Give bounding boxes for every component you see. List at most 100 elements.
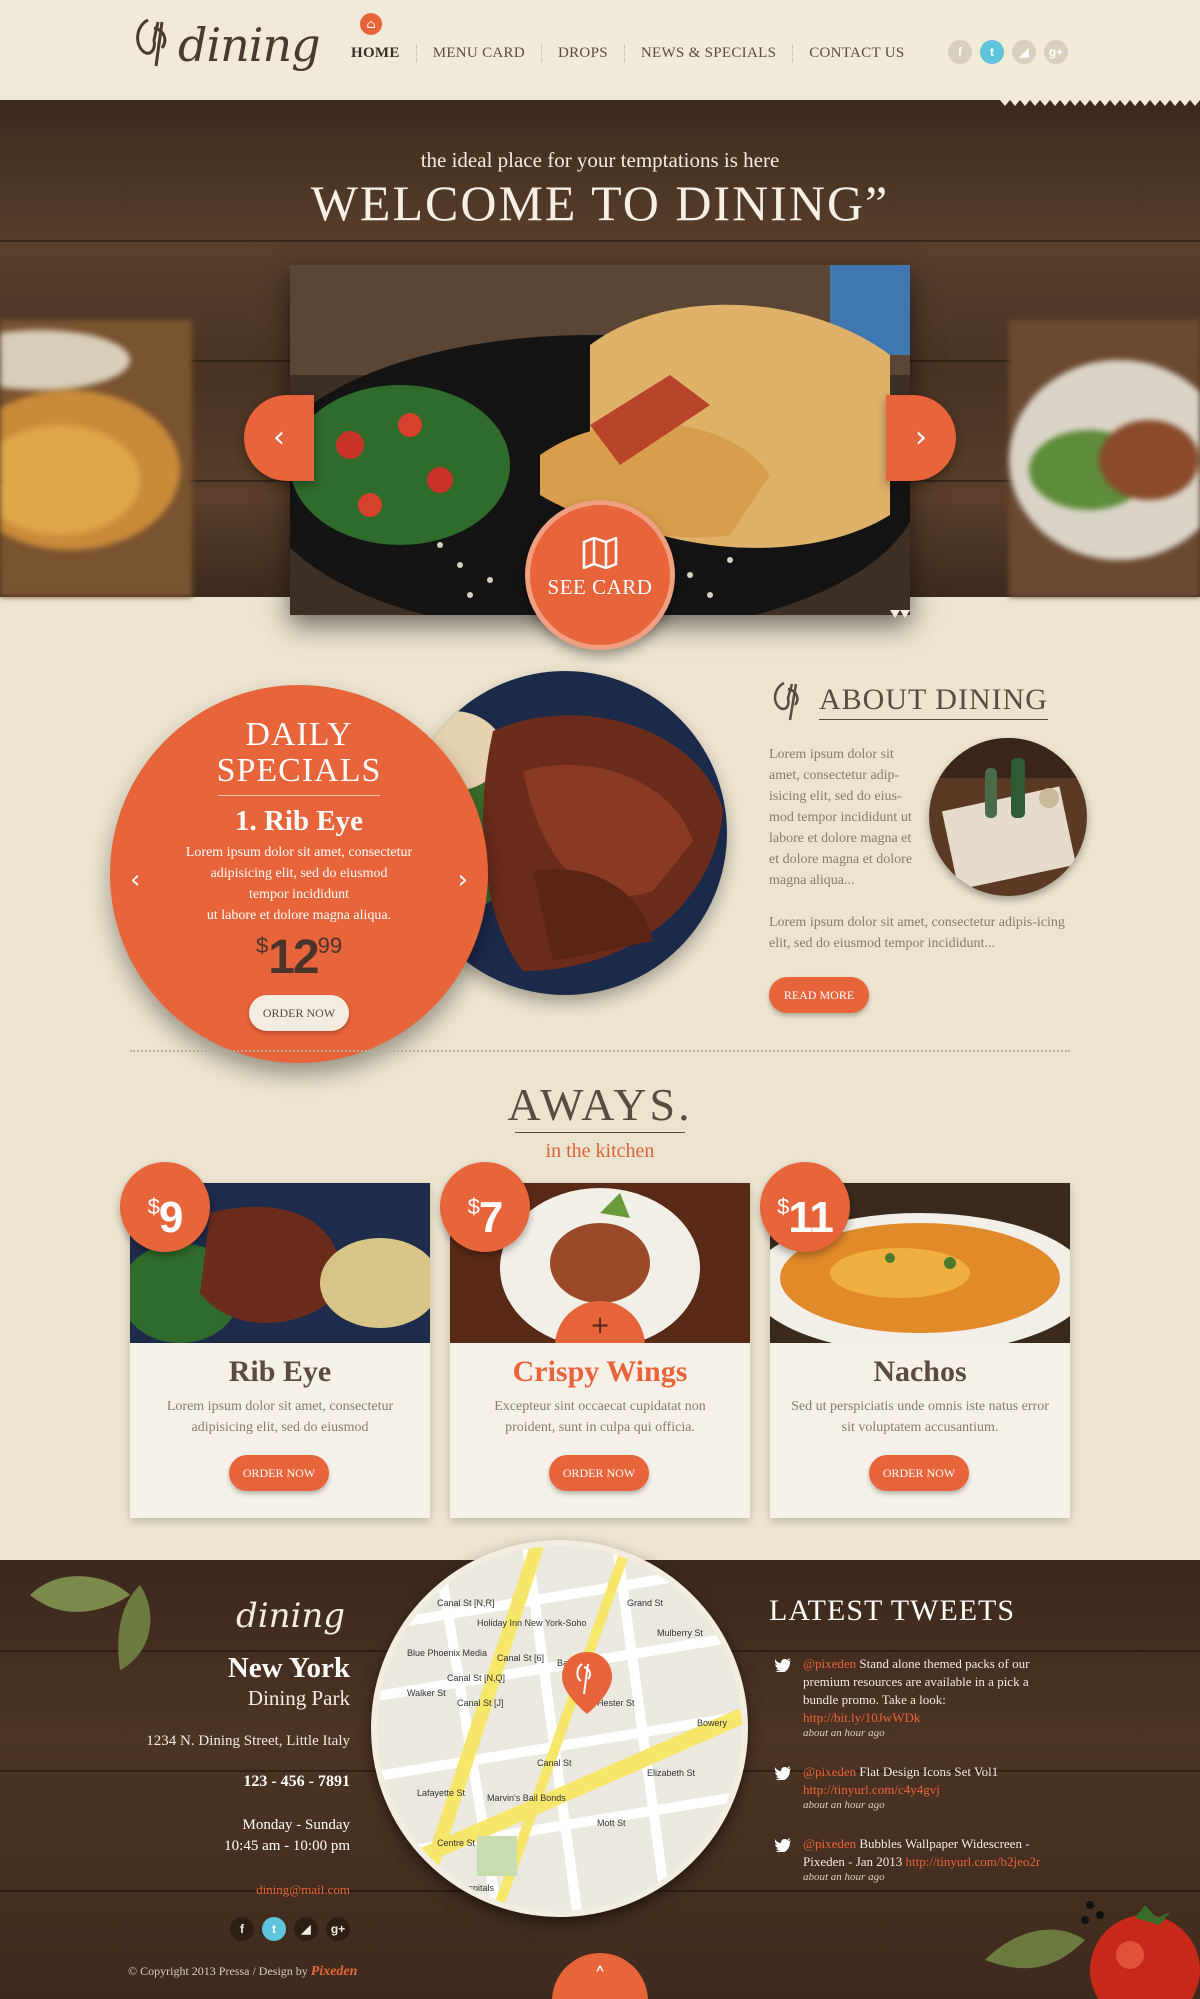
special-order-button[interactable]: ORDER NOW — [249, 995, 349, 1031]
rss-icon[interactable]: ◢ — [1012, 40, 1036, 64]
special-desc-line: adipisicing elit, sed do eiusmod — [210, 866, 388, 881]
special-item-name: 1. Rib Eye — [234, 805, 364, 837]
price-value: 9 — [158, 1193, 184, 1242]
rss-icon[interactable]: ◢ — [294, 1917, 318, 1941]
order-now-button[interactable]: ORDER NOW — [549, 1455, 649, 1491]
map-label: Canal St [N,R] — [437, 1598, 495, 1608]
about-image — [929, 738, 1087, 896]
map-label: Canal St [N,Q] — [447, 1673, 505, 1683]
site-header: dining ⌂ HOME MENU CARD DROPS NEWS & SPE… — [0, 0, 1200, 100]
hero-subtitle: the ideal place for your temptations is … — [420, 148, 780, 172]
currency-symbol: $ — [147, 1194, 160, 1219]
footer-social: f t ◢ g+ — [230, 1917, 350, 1941]
chevron-left-icon[interactable]: ‹ — [130, 865, 140, 895]
header-social: f t ◢ g+ — [948, 40, 1068, 64]
map-label: Canal St [J] — [457, 1698, 504, 1708]
main-nav: HOME MENU CARD DROPS NEWS & SPECIALS CON… — [335, 40, 921, 66]
logo-text: dining — [178, 18, 321, 72]
map-label: Canal St — [537, 1758, 572, 1768]
chevron-right-icon[interactable]: › — [458, 865, 468, 895]
chevron-left-icon: ‹ — [273, 420, 285, 455]
tweet-text: @pixeden Flat Design Icons Set Vol1 http… — [803, 1763, 1065, 1799]
card-description: Lorem ipsum dolor sit amet, consectetur … — [166, 1399, 394, 1435]
card-description: Sed ut perspiciatis unde omnis iste natu… — [791, 1399, 1049, 1435]
twitter-icon[interactable]: t — [980, 40, 1004, 64]
google-plus-icon[interactable]: g+ — [1044, 40, 1068, 64]
tweet-link[interactable]: http://tinyurl.com/c4y4gvj — [803, 1782, 940, 1797]
footer-logo[interactable]: dining — [236, 1596, 345, 1636]
nav-contact-us[interactable]: CONTACT US — [793, 45, 920, 62]
footer-park: Dining Park — [247, 1686, 350, 1710]
nav-menu-card[interactable]: MENU CARD — [417, 44, 542, 62]
map-label: Blue Phoenix Media — [407, 1648, 487, 1658]
chevron-up-icon: ˄ — [594, 1963, 606, 1991]
map-label: Walker St — [407, 1688, 446, 1698]
google-plus-icon[interactable]: g+ — [326, 1917, 350, 1941]
twitter-bird-icon — [775, 1766, 791, 1780]
about-text: Lorem ipsum dolor sit amet, consectetur … — [769, 747, 913, 888]
tweet-text: @pixeden Bubbles Wallpaper Widescreen - … — [803, 1835, 1065, 1871]
map-label: Holiday Inn New York-Soho — [477, 1618, 587, 1628]
facebook-icon[interactable]: f — [948, 40, 972, 64]
card-title: Nachos — [873, 1355, 967, 1388]
daily-specials-title-line2: SPECIALS — [216, 752, 382, 789]
zigzag-divider — [0, 94, 1200, 106]
map-label: Canal St [6] — [497, 1653, 544, 1663]
order-now-button[interactable]: ORDER NOW — [869, 1455, 969, 1491]
tomato-decoration-icon — [985, 1901, 1200, 1999]
location-map[interactable]: Canal St [N,R] Holiday Inn New York-Soho… — [371, 1540, 748, 1917]
twitter-bird-icon — [775, 1838, 791, 1852]
tweet-user-link[interactable]: @pixeden — [803, 1836, 856, 1851]
tweet-item: @pixeden Flat Design Icons Set Vol1 http… — [775, 1763, 1065, 1811]
map-label: Elizabeth St — [647, 1768, 696, 1778]
daily-specials-card: DAILY SPECIALS 1. Rib Eye Lorem ipsum do… — [110, 685, 488, 1063]
tweet-time: about an hour ago — [803, 1727, 885, 1739]
currency-symbol: $ — [255, 933, 269, 958]
special-desc-line: Lorem ipsum dolor sit amet, consectetur — [185, 845, 413, 860]
daily-specials-title: DAILY SPECIALS — [110, 717, 488, 789]
twitter-icon[interactable]: t — [262, 1917, 286, 1941]
special-item-description: Lorem ipsum dolor sit amet, consectetur … — [165, 842, 433, 926]
order-now-button[interactable]: ORDER NOW — [229, 1455, 329, 1491]
price-badge: $7 — [440, 1162, 530, 1252]
copyright: © Copyright 2013 Pressa / Design by Pixe… — [128, 1964, 357, 1980]
section-divider — [130, 1050, 1070, 1056]
footer-days: Monday - Sunday — [242, 1817, 351, 1833]
price-cents: 99 — [317, 933, 343, 958]
tweet-time: about an hour ago — [803, 1799, 885, 1811]
special-desc-line: tempor incididunt — [249, 887, 349, 902]
latest-tweets-title: LATEST TWEETS — [769, 1594, 1016, 1627]
fork-logo-icon — [136, 18, 167, 67]
wood-plank-line — [0, 240, 1200, 242]
tweet-link[interactable]: http://tinyurl.com/b2jeo2r — [906, 1854, 1041, 1869]
tweet-body: Flat Design Icons Set Vol1 — [856, 1764, 999, 1779]
nav-news-specials[interactable]: NEWS & SPECIALS — [625, 44, 794, 62]
daily-specials-title-line1: DAILY — [245, 716, 353, 753]
title-underline — [515, 1132, 685, 1133]
designer-link[interactable]: Pixeden — [311, 1964, 358, 1979]
facebook-icon[interactable]: f — [230, 1917, 254, 1941]
card-description: Excepteur sint occaecat cupidatat non pr… — [494, 1399, 706, 1435]
map-label: Lafayette St — [417, 1788, 466, 1798]
tweet-link[interactable]: http://bit.ly/10JwWDk — [803, 1710, 920, 1725]
read-more-button[interactable]: READ MORE — [769, 977, 869, 1013]
map-icon — [582, 537, 618, 569]
nav-home[interactable]: HOME — [335, 44, 417, 62]
map-label: Marvin's Bail Bonds — [487, 1793, 566, 1803]
nav-drops[interactable]: DROPS — [542, 44, 625, 62]
fork-icon — [773, 681, 799, 721]
footer-email-link[interactable]: dining@mail.com — [100, 1882, 350, 1898]
tweet-item: @pixeden Stand alone themed packs of our… — [775, 1655, 1065, 1739]
site-logo[interactable]: dining — [128, 14, 321, 84]
price-value: 11 — [788, 1193, 834, 1242]
price-badge: $11 — [760, 1162, 850, 1252]
price-main: 12 — [268, 931, 319, 984]
tweet-text: @pixeden Stand alone themed packs of our… — [803, 1655, 1065, 1727]
tweet-item: @pixeden Bubbles Wallpaper Widescreen - … — [775, 1835, 1065, 1883]
price-badge: $9 — [120, 1162, 210, 1252]
tweet-user-link[interactable]: @pixeden — [803, 1764, 856, 1779]
map-label: Mulberry St — [657, 1628, 704, 1638]
see-card-button[interactable]: SEE CARD — [525, 500, 675, 650]
copyright-text: © Copyright 2013 Pressa / Design by — [128, 1964, 311, 1978]
tweet-user-link[interactable]: @pixeden — [803, 1656, 856, 1671]
